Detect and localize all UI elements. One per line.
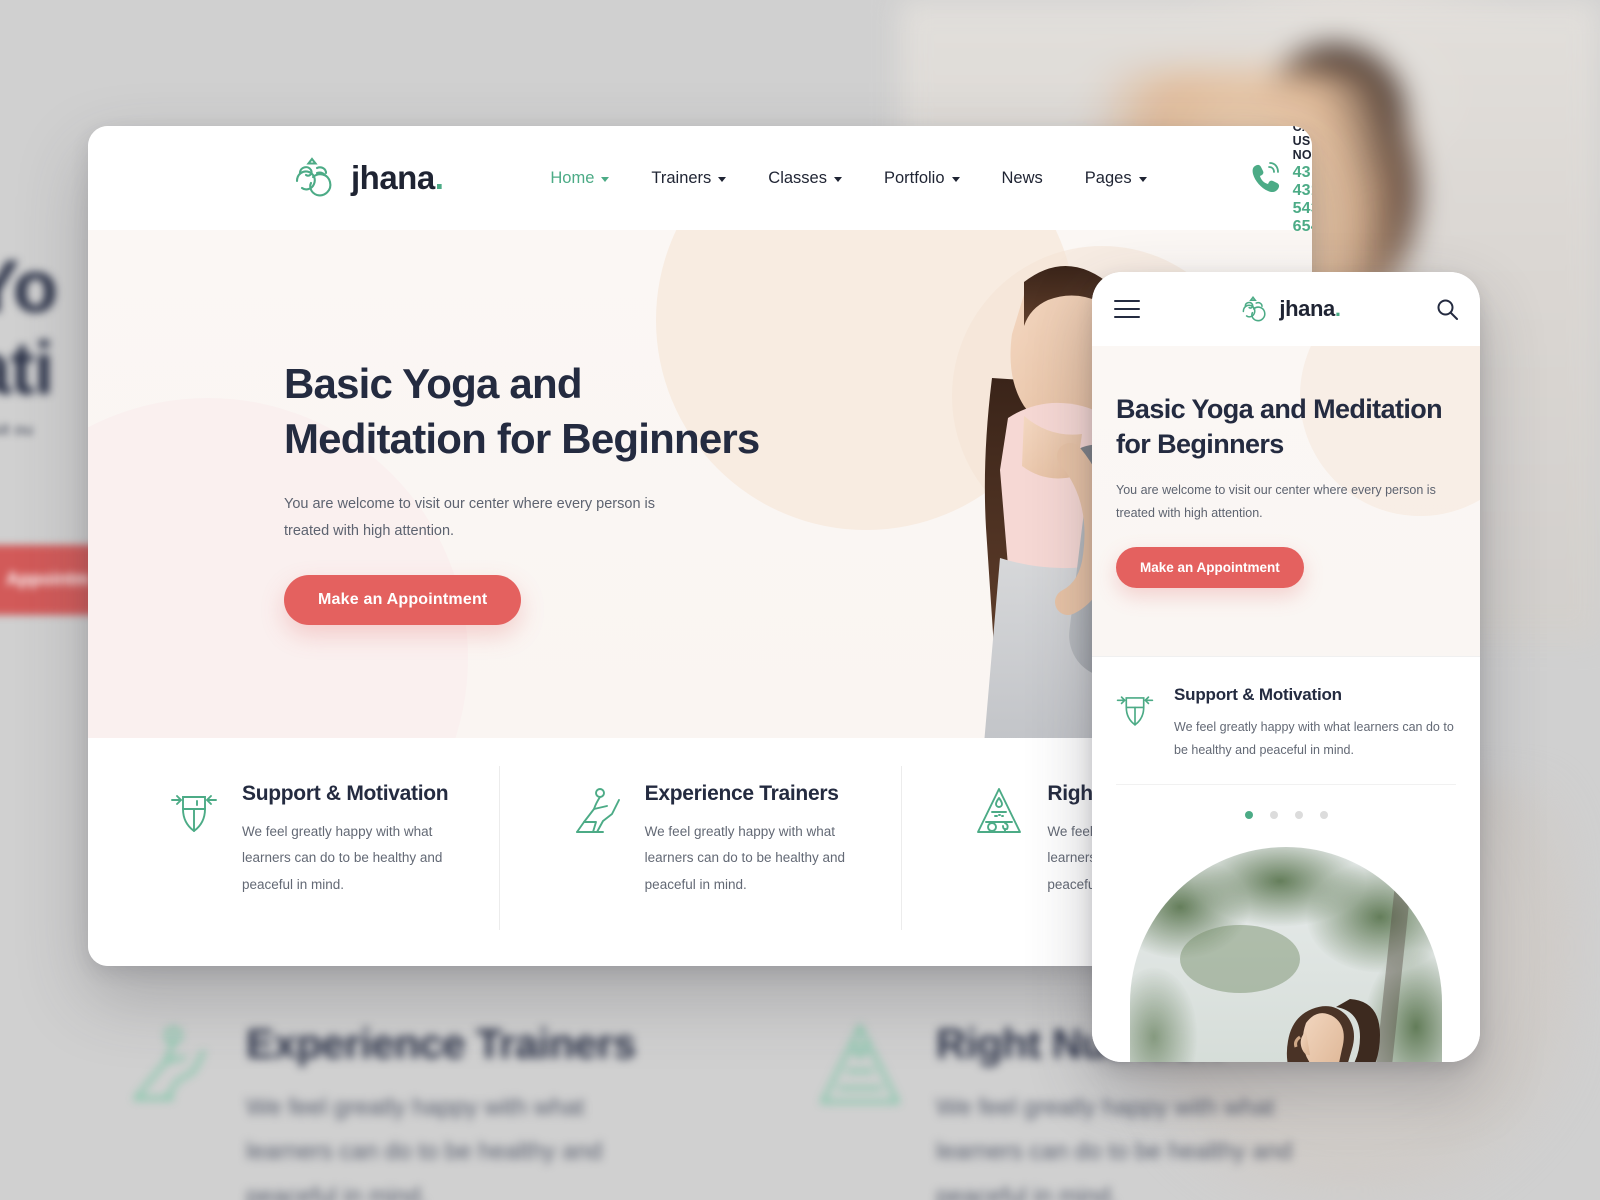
feature-title: Experience Trainers bbox=[644, 782, 839, 805]
make-an-appointment-button[interactable]: Make an Appointment bbox=[284, 575, 522, 626]
hero-subtitle: You are welcome to visit our center wher… bbox=[284, 495, 656, 540]
feature-title: Support & Motivation bbox=[242, 782, 449, 805]
carousel-dot-3[interactable] bbox=[1294, 811, 1303, 820]
main-navigation: Home Trainers Classes Portfolio News Pag… bbox=[529, 169, 1167, 188]
backdrop-feature-text-line2: learners can do to be healthy and bbox=[936, 1138, 1293, 1166]
hero-title: Basic Yoga and Meditation for Beginners bbox=[284, 356, 804, 467]
hero-title-line2: Meditation for Beginners bbox=[284, 415, 760, 463]
chevron-down-icon bbox=[601, 176, 610, 182]
mobile-hero-section: Basic Yoga and Meditation for Beginners … bbox=[1092, 346, 1480, 656]
feature-card-support-motivation[interactable]: Support & Motivation We feel greatly hap… bbox=[96, 738, 499, 966]
hero-title-line1: Basic Yoga and bbox=[284, 360, 583, 407]
nav-item-home[interactable]: Home bbox=[529, 169, 630, 188]
call-us-label: CALL US NOW bbox=[1292, 126, 1312, 162]
chevron-down-icon bbox=[1138, 176, 1147, 182]
nav-label: Home bbox=[550, 168, 595, 187]
mobile-feature-carousel: Support & Motivation We feel greatly hap… bbox=[1092, 656, 1480, 842]
nav-label: Pages bbox=[1084, 168, 1132, 187]
logo-dot: . bbox=[434, 159, 444, 196]
logo-text: jhana. bbox=[351, 159, 444, 196]
hamburger-menu-icon[interactable] bbox=[1114, 300, 1140, 318]
backdrop-feature-title: Experience Trainers bbox=[246, 1020, 636, 1067]
mobile-photo-section bbox=[1092, 841, 1480, 1062]
yoga-lunge-pose-icon bbox=[575, 788, 620, 833]
nav-label: News bbox=[1001, 168, 1043, 187]
mobile-hero-title-line2: for Beginners bbox=[1116, 428, 1284, 459]
feature-card-experience-trainers[interactable]: Experience Trainers We feel greatly happ… bbox=[498, 738, 902, 966]
backdrop-cta-label: Appointm bbox=[6, 569, 90, 589]
search-icon[interactable] bbox=[1436, 298, 1458, 320]
nav-item-classes[interactable]: Classes bbox=[747, 169, 863, 188]
nav-item-portfolio[interactable]: Portfolio bbox=[863, 169, 981, 188]
food-pyramid-icon bbox=[977, 788, 1022, 833]
mobile-mockup-window: jhana. Basic Yoga and Meditation for Beg… bbox=[1092, 272, 1480, 1062]
mobile-logo[interactable]: jhana. bbox=[1235, 292, 1341, 327]
mobile-feature-title: Support & Motivation bbox=[1174, 685, 1342, 704]
waist-measure-icon bbox=[1116, 696, 1154, 726]
logo[interactable]: jhana. bbox=[284, 151, 444, 205]
mobile-header: jhana. bbox=[1092, 272, 1480, 346]
backdrop-hero-title-line2: ati bbox=[0, 327, 54, 410]
backdrop-feature-text-line3: peaceful in mind. bbox=[246, 1182, 428, 1200]
nav-label: Trainers bbox=[651, 168, 712, 187]
mobile-hero-subtitle: You are welcome to visit our center wher… bbox=[1116, 483, 1436, 521]
chevron-down-icon bbox=[951, 176, 960, 182]
call-us-block[interactable]: CALL US NOW 43 431 543 654 bbox=[1250, 126, 1312, 236]
chevron-down-icon bbox=[833, 176, 842, 182]
nav-item-pages[interactable]: Pages bbox=[1064, 169, 1168, 188]
nav-label: Portfolio bbox=[883, 168, 945, 187]
nav-label: Classes bbox=[768, 168, 827, 187]
feature-text: We feel greatly happy with what learners… bbox=[242, 824, 443, 892]
mobile-feature-text: We feel greatly happy with what learners… bbox=[1174, 720, 1454, 758]
call-us-number[interactable]: 43 431 543 654 bbox=[1293, 164, 1312, 236]
feature-text: We feel greatly happy with what learners… bbox=[644, 824, 846, 892]
carousel-dots bbox=[1116, 784, 1456, 841]
om-symbol-icon bbox=[1242, 295, 1266, 321]
mobile-hero-title-line1: Basic Yoga and Meditation bbox=[1116, 394, 1443, 424]
mobile-logo-text: jhana. bbox=[1279, 296, 1341, 321]
backdrop-feature-text-line2: learners can do to be healthy and bbox=[246, 1138, 603, 1166]
mobile-feature-card-support-motivation[interactable]: Support & Motivation We feel greatly hap… bbox=[1116, 685, 1456, 762]
om-symbol-icon bbox=[295, 157, 332, 197]
food-pyramid-icon bbox=[819, 1023, 901, 1104]
chevron-down-icon bbox=[718, 176, 727, 182]
site-header: jhana. Home Trainers Classes Portfolio N… bbox=[88, 126, 1312, 235]
carousel-dot-1[interactable] bbox=[1244, 811, 1253, 820]
mobile-make-an-appointment-button[interactable]: Make an Appointment bbox=[1116, 547, 1304, 589]
waist-measure-icon bbox=[171, 795, 217, 833]
phone-ringing-icon bbox=[1252, 162, 1279, 193]
carousel-dot-4[interactable] bbox=[1319, 811, 1328, 820]
backdrop-feature-text-line3: peaceful in mind. bbox=[936, 1182, 1118, 1200]
hero-copy: Basic Yoga and Meditation for Beginners … bbox=[284, 356, 804, 626]
backdrop-feature-card: Experience Trainers We feel greatly happ… bbox=[128, 1020, 636, 1200]
backdrop-feature-text-line1: We feel greatly happy with what bbox=[936, 1094, 1275, 1121]
carousel-dot-2[interactable] bbox=[1269, 811, 1278, 820]
backdrop-feature-text-line1: We feel greatly happy with what bbox=[246, 1094, 585, 1121]
mobile-hero-copy: Basic Yoga and Meditation for Beginners … bbox=[1116, 392, 1460, 589]
mobile-hero-title: Basic Yoga and Meditation for Beginners bbox=[1116, 392, 1460, 461]
nav-item-trainers[interactable]: Trainers bbox=[630, 169, 747, 188]
nav-item-news[interactable]: News bbox=[981, 169, 1064, 188]
mobile-photo-meditating-woman bbox=[1130, 847, 1442, 1062]
yoga-lunge-pose-icon bbox=[132, 1026, 206, 1101]
